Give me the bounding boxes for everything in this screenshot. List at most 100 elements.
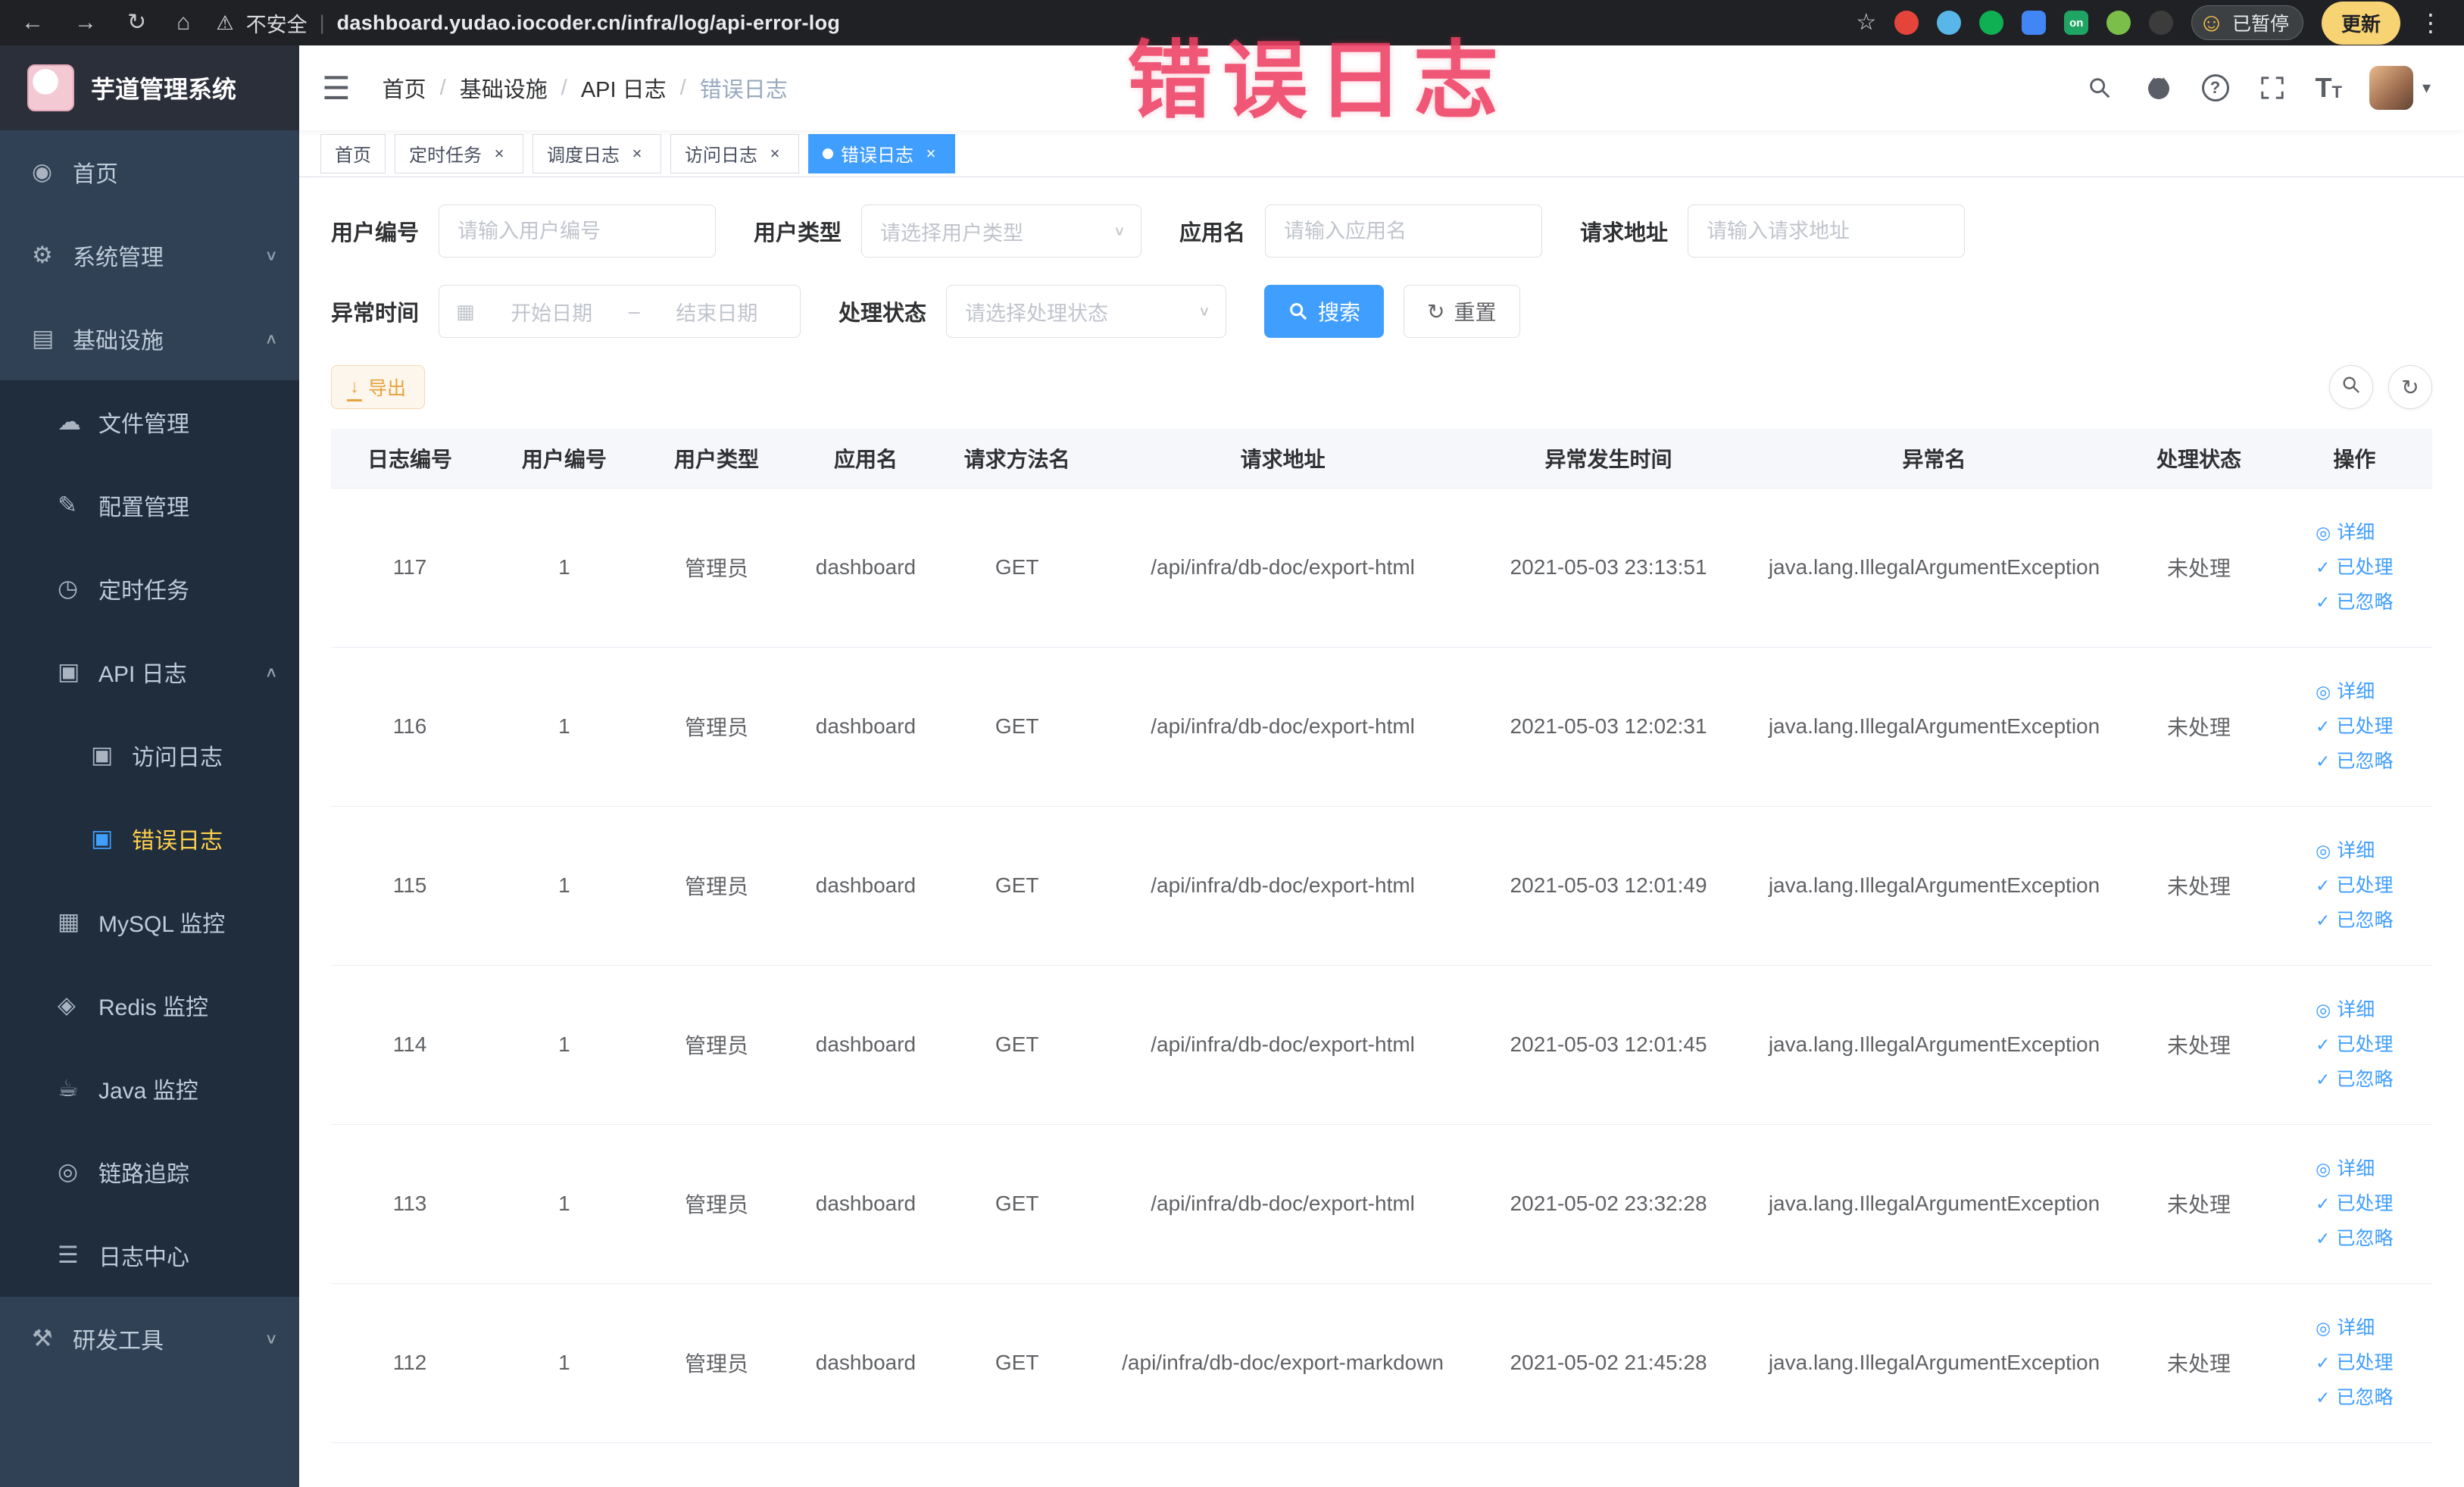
refresh-table-button[interactable]: ↻: [2388, 365, 2432, 409]
search-button[interactable]: 搜索: [1264, 285, 1385, 338]
extension-icon[interactable]: [1979, 11, 2004, 35]
cell-actions: ◎ 详细 ✓ 已处理 ✓ 已忽略: [2276, 1124, 2432, 1284]
search-icon[interactable]: [2084, 72, 2116, 104]
sidebar-item-error-log[interactable]: ▣ 错误日志: [0, 797, 299, 880]
security-label: 不安全: [245, 13, 308, 36]
mark-processed-link[interactable]: ✓ 已处理: [2316, 550, 2393, 585]
extension-icon[interactable]: [2149, 11, 2174, 35]
mark-ignored-link[interactable]: ✓ 已忽略: [2316, 1062, 2393, 1097]
tab-access-log[interactable]: 访问日志 ×: [670, 133, 799, 173]
hamburger-icon[interactable]: ☰: [322, 70, 351, 107]
forward-icon[interactable]: →: [74, 11, 97, 34]
tab-error-log[interactable]: 错误日志 ×: [808, 133, 955, 173]
sidebar-item-api-logs[interactable]: ▣ API 日志 ∧: [0, 630, 299, 714]
mark-processed-link[interactable]: ✓ 已处理: [2316, 1027, 2393, 1062]
sidebar-logo[interactable]: 芋道管理系统: [0, 45, 299, 130]
col-app-name: 应用名: [793, 429, 938, 489]
detail-link[interactable]: ◎ 详细: [2316, 515, 2393, 550]
detail-link[interactable]: ◎ 详细: [2316, 992, 2393, 1027]
fullscreen-icon[interactable]: [2256, 72, 2288, 104]
sidebar-item-file-management[interactable]: ☁ 文件管理: [0, 380, 299, 464]
breadcrumb-separator: /: [439, 75, 446, 100]
chrome-update-button[interactable]: 更新: [2321, 1, 2400, 45]
cell-user-type: 管理员: [639, 806, 794, 966]
sidebar-item-dev-tools[interactable]: ⚒ 研发工具 ∨: [0, 1297, 299, 1380]
detail-link[interactable]: ◎ 详细: [2316, 833, 2393, 868]
extension-on-icon[interactable]: on: [2064, 11, 2089, 35]
cell-log-id: 112: [331, 1283, 489, 1443]
database-icon: ▦: [58, 908, 80, 935]
mark-ignored-link[interactable]: ✓ 已忽略: [2316, 903, 2393, 938]
github-icon[interactable]: [2143, 72, 2175, 104]
reset-button[interactable]: ↻ 重置: [1404, 285, 1520, 338]
detail-link[interactable]: ◎ 详细: [2316, 674, 2393, 709]
cell-user-id: 1: [489, 1124, 640, 1284]
sidebar-item-java-monitor[interactable]: ☕ Java 监控: [0, 1047, 299, 1130]
back-icon[interactable]: ←: [21, 11, 44, 34]
breadcrumb-api-logs[interactable]: API 日志: [581, 72, 667, 104]
close-icon[interactable]: ×: [489, 144, 509, 164]
sidebar-item-log-center[interactable]: ☰ 日志中心: [0, 1214, 299, 1297]
eye-icon: ◎: [2316, 1158, 2331, 1179]
user-id-input[interactable]: [439, 205, 717, 258]
cell-user-type: 管理员: [639, 647, 794, 807]
mark-processed-link[interactable]: ✓ 已处理: [2316, 709, 2393, 744]
close-icon[interactable]: ×: [921, 144, 941, 164]
user-avatar-menu[interactable]: ▾: [2369, 66, 2431, 110]
mark-ignored-link[interactable]: ✓ 已忽略: [2316, 1380, 2393, 1415]
tab-scheduled-tasks[interactable]: 定时任务 ×: [395, 133, 523, 173]
user-type-select[interactable]: 请选择用户类型 ∨: [861, 205, 1142, 258]
tab-home[interactable]: 首页: [320, 133, 386, 173]
sidebar-item-system-management[interactable]: ⚙ 系统管理 ∨: [0, 214, 299, 297]
bookmark-star-icon[interactable]: ☆: [1856, 11, 1876, 34]
cell-method: GET: [938, 806, 1096, 966]
cell-actions: ◎ 详细 ✓ 已处理 ✓ 已忽略: [2276, 647, 2432, 807]
home-icon[interactable]: ⌂: [176, 11, 190, 34]
process-status-select[interactable]: 请选择处理状态 ∨: [946, 285, 1227, 338]
sidebar-item-access-log[interactable]: ▣ 访问日志: [0, 714, 299, 797]
extension-icon[interactable]: [1894, 11, 1919, 35]
mark-ignored-link[interactable]: ✓ 已忽略: [2316, 744, 2393, 779]
range-separator: –: [628, 299, 640, 323]
mark-processed-link[interactable]: ✓ 已处理: [2316, 1186, 2393, 1221]
sidebar-item-infrastructure[interactable]: ▤ 基础设施 ∧: [0, 297, 299, 380]
edit-icon: ✎: [58, 492, 77, 518]
sidebar-item-scheduled-tasks[interactable]: ◷ 定时任务: [0, 547, 299, 630]
cell-app-name: dashboard: [793, 488, 938, 648]
close-icon[interactable]: ×: [627, 144, 647, 164]
tab-schedule-log[interactable]: 调度日志 ×: [532, 133, 661, 173]
mark-ignored-link[interactable]: ✓ 已忽略: [2316, 585, 2393, 620]
detail-link[interactable]: ◎ 详细: [2316, 1151, 2393, 1186]
detail-link[interactable]: ◎ 详细: [2316, 1310, 2393, 1345]
cell-exception-time: 2021-05-02 23:32:28: [1469, 1124, 1747, 1284]
mark-processed-link[interactable]: ✓ 已处理: [2316, 1345, 2393, 1380]
reload-icon[interactable]: ↻: [127, 11, 146, 34]
extension-icon[interactable]: [2022, 11, 2047, 35]
profile-paused-badge[interactable]: ☺ 已暂停: [2191, 5, 2303, 40]
address-bar[interactable]: ⚠ 不安全 | dashboard.yudao.iocoder.cn/infra…: [216, 8, 840, 38]
sidebar-item-redis-monitor[interactable]: ◈ Redis 监控: [0, 964, 299, 1047]
date-range-picker[interactable]: ▦ 开始日期 – 结束日期: [439, 285, 801, 338]
export-button[interactable]: ↓ 导出: [331, 365, 426, 409]
cell-app-name: dashboard: [793, 1124, 938, 1284]
sidebar-item-config-management[interactable]: ✎ 配置管理: [0, 464, 299, 547]
sidebar-item-tracing[interactable]: ◎ 链路追踪: [0, 1130, 299, 1214]
app-name-input[interactable]: [1265, 205, 1543, 258]
breadcrumb-infrastructure[interactable]: 基础设施: [460, 72, 548, 104]
help-icon[interactable]: ?: [2201, 74, 2229, 102]
check-icon: ✓: [2316, 875, 2331, 895]
mark-ignored-link[interactable]: ✓ 已忽略: [2316, 1221, 2393, 1256]
trace-eye-icon: ◎: [58, 1158, 79, 1185]
chrome-menu-icon[interactable]: ⋮: [2419, 11, 2443, 35]
breadcrumb-home[interactable]: 首页: [383, 72, 426, 104]
extension-icon[interactable]: [2106, 11, 2131, 35]
sidebar-item-mysql-monitor[interactable]: ▦ MySQL 监控: [0, 880, 299, 964]
breadcrumb: 首页 / 基础设施 / API 日志 / 错误日志: [383, 72, 788, 104]
font-size-icon[interactable]: TT: [2316, 74, 2342, 102]
extension-icon[interactable]: [1937, 11, 1962, 35]
mark-processed-link[interactable]: ✓ 已处理: [2316, 868, 2393, 903]
close-icon[interactable]: ×: [765, 144, 785, 164]
request-url-input[interactable]: [1688, 205, 1966, 258]
sidebar-item-home[interactable]: ◉ 首页: [0, 130, 299, 214]
toggle-search-button[interactable]: [2329, 365, 2373, 409]
